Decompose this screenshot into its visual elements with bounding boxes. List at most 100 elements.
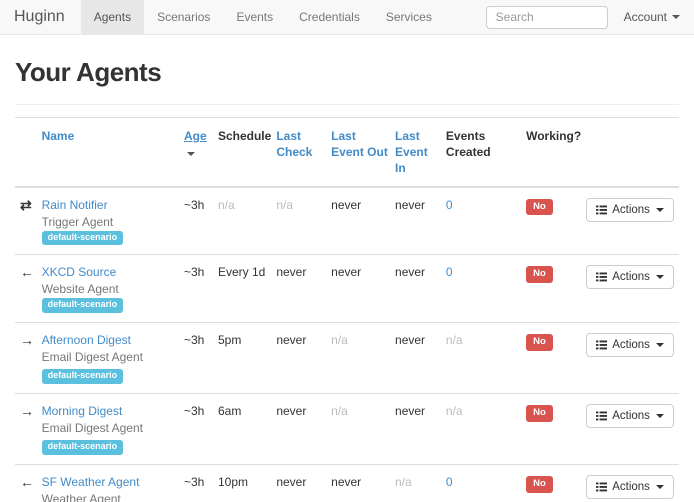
agent-type-label: Email Digest Agent [42,350,143,364]
agent-type-label: Trigger Agent [42,215,114,229]
scenario-badge[interactable]: default-scenario [42,369,124,384]
actions-button[interactable]: Actions [586,475,674,499]
age-value: ~3h [184,198,204,212]
schedule-value: n/a [218,198,235,212]
table-header-row: Name Age Schedule Last Check Last Event … [15,118,679,187]
last-event-out-value: n/a [331,404,348,418]
last-check-value: never [276,265,306,279]
list-icon [596,272,607,282]
transfer-icon: ⇄ [20,197,32,213]
actions-label: Actions [612,481,650,493]
actions-label: Actions [612,339,650,351]
agent-name-link[interactable]: Rain Notifier [42,198,108,212]
column-header-icon [15,118,42,187]
nav-item-credentials[interactable]: Credentials [286,0,373,34]
arrow-left-icon: ← [20,474,34,490]
table-row: ⇄ Rain Notifier Trigger Agent default-sc… [15,187,679,255]
agent-type-label: Website Agent [42,282,119,296]
arrow-right-icon: → [20,403,34,419]
agent-type-label: Email Digest Agent [42,421,143,435]
actions-button[interactable]: Actions [586,333,674,357]
age-value: ~3h [184,475,204,489]
agent-name-link[interactable]: SF Weather Agent [42,475,140,489]
last-event-out-value: never [331,198,361,212]
chevron-down-icon [672,15,680,19]
agent-name-link[interactable]: Morning Digest [42,404,123,418]
table-row: ← XKCD Source Website Agent default-scen… [15,255,679,323]
scenario-badge[interactable]: default-scenario [42,231,124,246]
last-event-in-value: never [395,404,425,418]
chevron-down-icon [656,485,664,489]
search-input[interactable] [486,6,608,29]
list-icon [596,205,607,215]
last-check-value: n/a [276,198,293,212]
schedule-value: 5pm [218,333,241,347]
divider [15,104,679,105]
schedule-value: 10pm [218,475,248,489]
nav-item-scenarios[interactable]: Scenarios [144,0,223,34]
working-badge: No [526,476,553,492]
working-badge: No [526,266,553,282]
arrow-left-icon: ← [20,264,34,280]
account-label: Account [624,10,667,24]
chevron-down-icon [656,208,664,212]
nav-item-events[interactable]: Events [223,0,286,34]
events-created-value[interactable]: 0 [446,475,453,489]
actions-button[interactable]: Actions [586,265,674,289]
last-event-in-value: never [395,265,425,279]
scenario-badge[interactable]: default-scenario [42,298,124,313]
last-check-value: never [276,475,306,489]
list-icon [596,411,607,421]
column-header-last-check[interactable]: Last Check [276,118,331,187]
agent-subline: Email Digest Agent default-scenario [42,421,179,455]
account-menu[interactable]: Account [624,10,680,24]
table-row: → Afternoon Digest Email Digest Agent de… [15,323,679,394]
last-check-value: never [276,404,306,418]
agent-name-link[interactable]: XKCD Source [42,265,117,279]
events-created-value: n/a [446,404,463,418]
last-check-value: never [276,333,306,347]
agents-table: Name Age Schedule Last Check Last Event … [15,117,679,502]
schedule-value: 6am [218,404,241,418]
agent-name-link[interactable]: Afternoon Digest [42,333,131,347]
list-icon [596,482,607,492]
actions-button[interactable]: Actions [586,198,674,222]
agent-subline: Website Agent default-scenario [42,282,179,313]
actions-label: Actions [612,271,650,283]
last-event-in-value: n/a [395,475,412,489]
nav-item-services[interactable]: Services [373,0,445,34]
page-title: Your Agents [15,57,679,88]
actions-button[interactable]: Actions [586,404,674,428]
column-header-age[interactable]: Age [184,118,218,187]
arrow-right-icon: → [20,332,34,348]
last-event-out-value: never [331,475,361,489]
age-value: ~3h [184,404,204,418]
schedule-value: Every 1d [218,265,265,279]
last-event-out-value: n/a [331,333,348,347]
chevron-down-icon [656,343,664,347]
table-row: → Morning Digest Email Digest Agent defa… [15,394,679,465]
events-created-value[interactable]: 0 [446,265,453,279]
events-created-value[interactable]: 0 [446,198,453,212]
chevron-down-icon [656,414,664,418]
agent-subline: Email Digest Agent default-scenario [42,350,179,384]
column-header-schedule: Schedule [218,118,276,187]
scenario-badge[interactable]: default-scenario [42,440,124,455]
column-header-last-event-out[interactable]: Last Event Out [331,118,395,187]
working-badge: No [526,405,553,421]
working-badge: No [526,334,553,350]
nav-item-agents[interactable]: Agents [81,0,144,34]
last-event-out-value: never [331,265,361,279]
column-header-name[interactable]: Name [42,118,184,187]
age-value: ~3h [184,333,204,347]
actions-label: Actions [612,204,650,216]
working-badge: No [526,199,553,215]
column-header-last-event-in[interactable]: Last Event In [395,118,446,187]
main-content: Your Agents Name Age Schedule Last Check… [0,57,694,502]
column-header-working: Working? [526,118,586,187]
brand-huginn[interactable]: Huginn [0,0,81,34]
sort-descending-icon [187,152,195,156]
agent-subline: Trigger Agent default-scenario [42,215,179,246]
last-event-in-value: never [395,198,425,212]
main-nav: Agents Scenarios Events Credentials Serv… [81,0,445,34]
